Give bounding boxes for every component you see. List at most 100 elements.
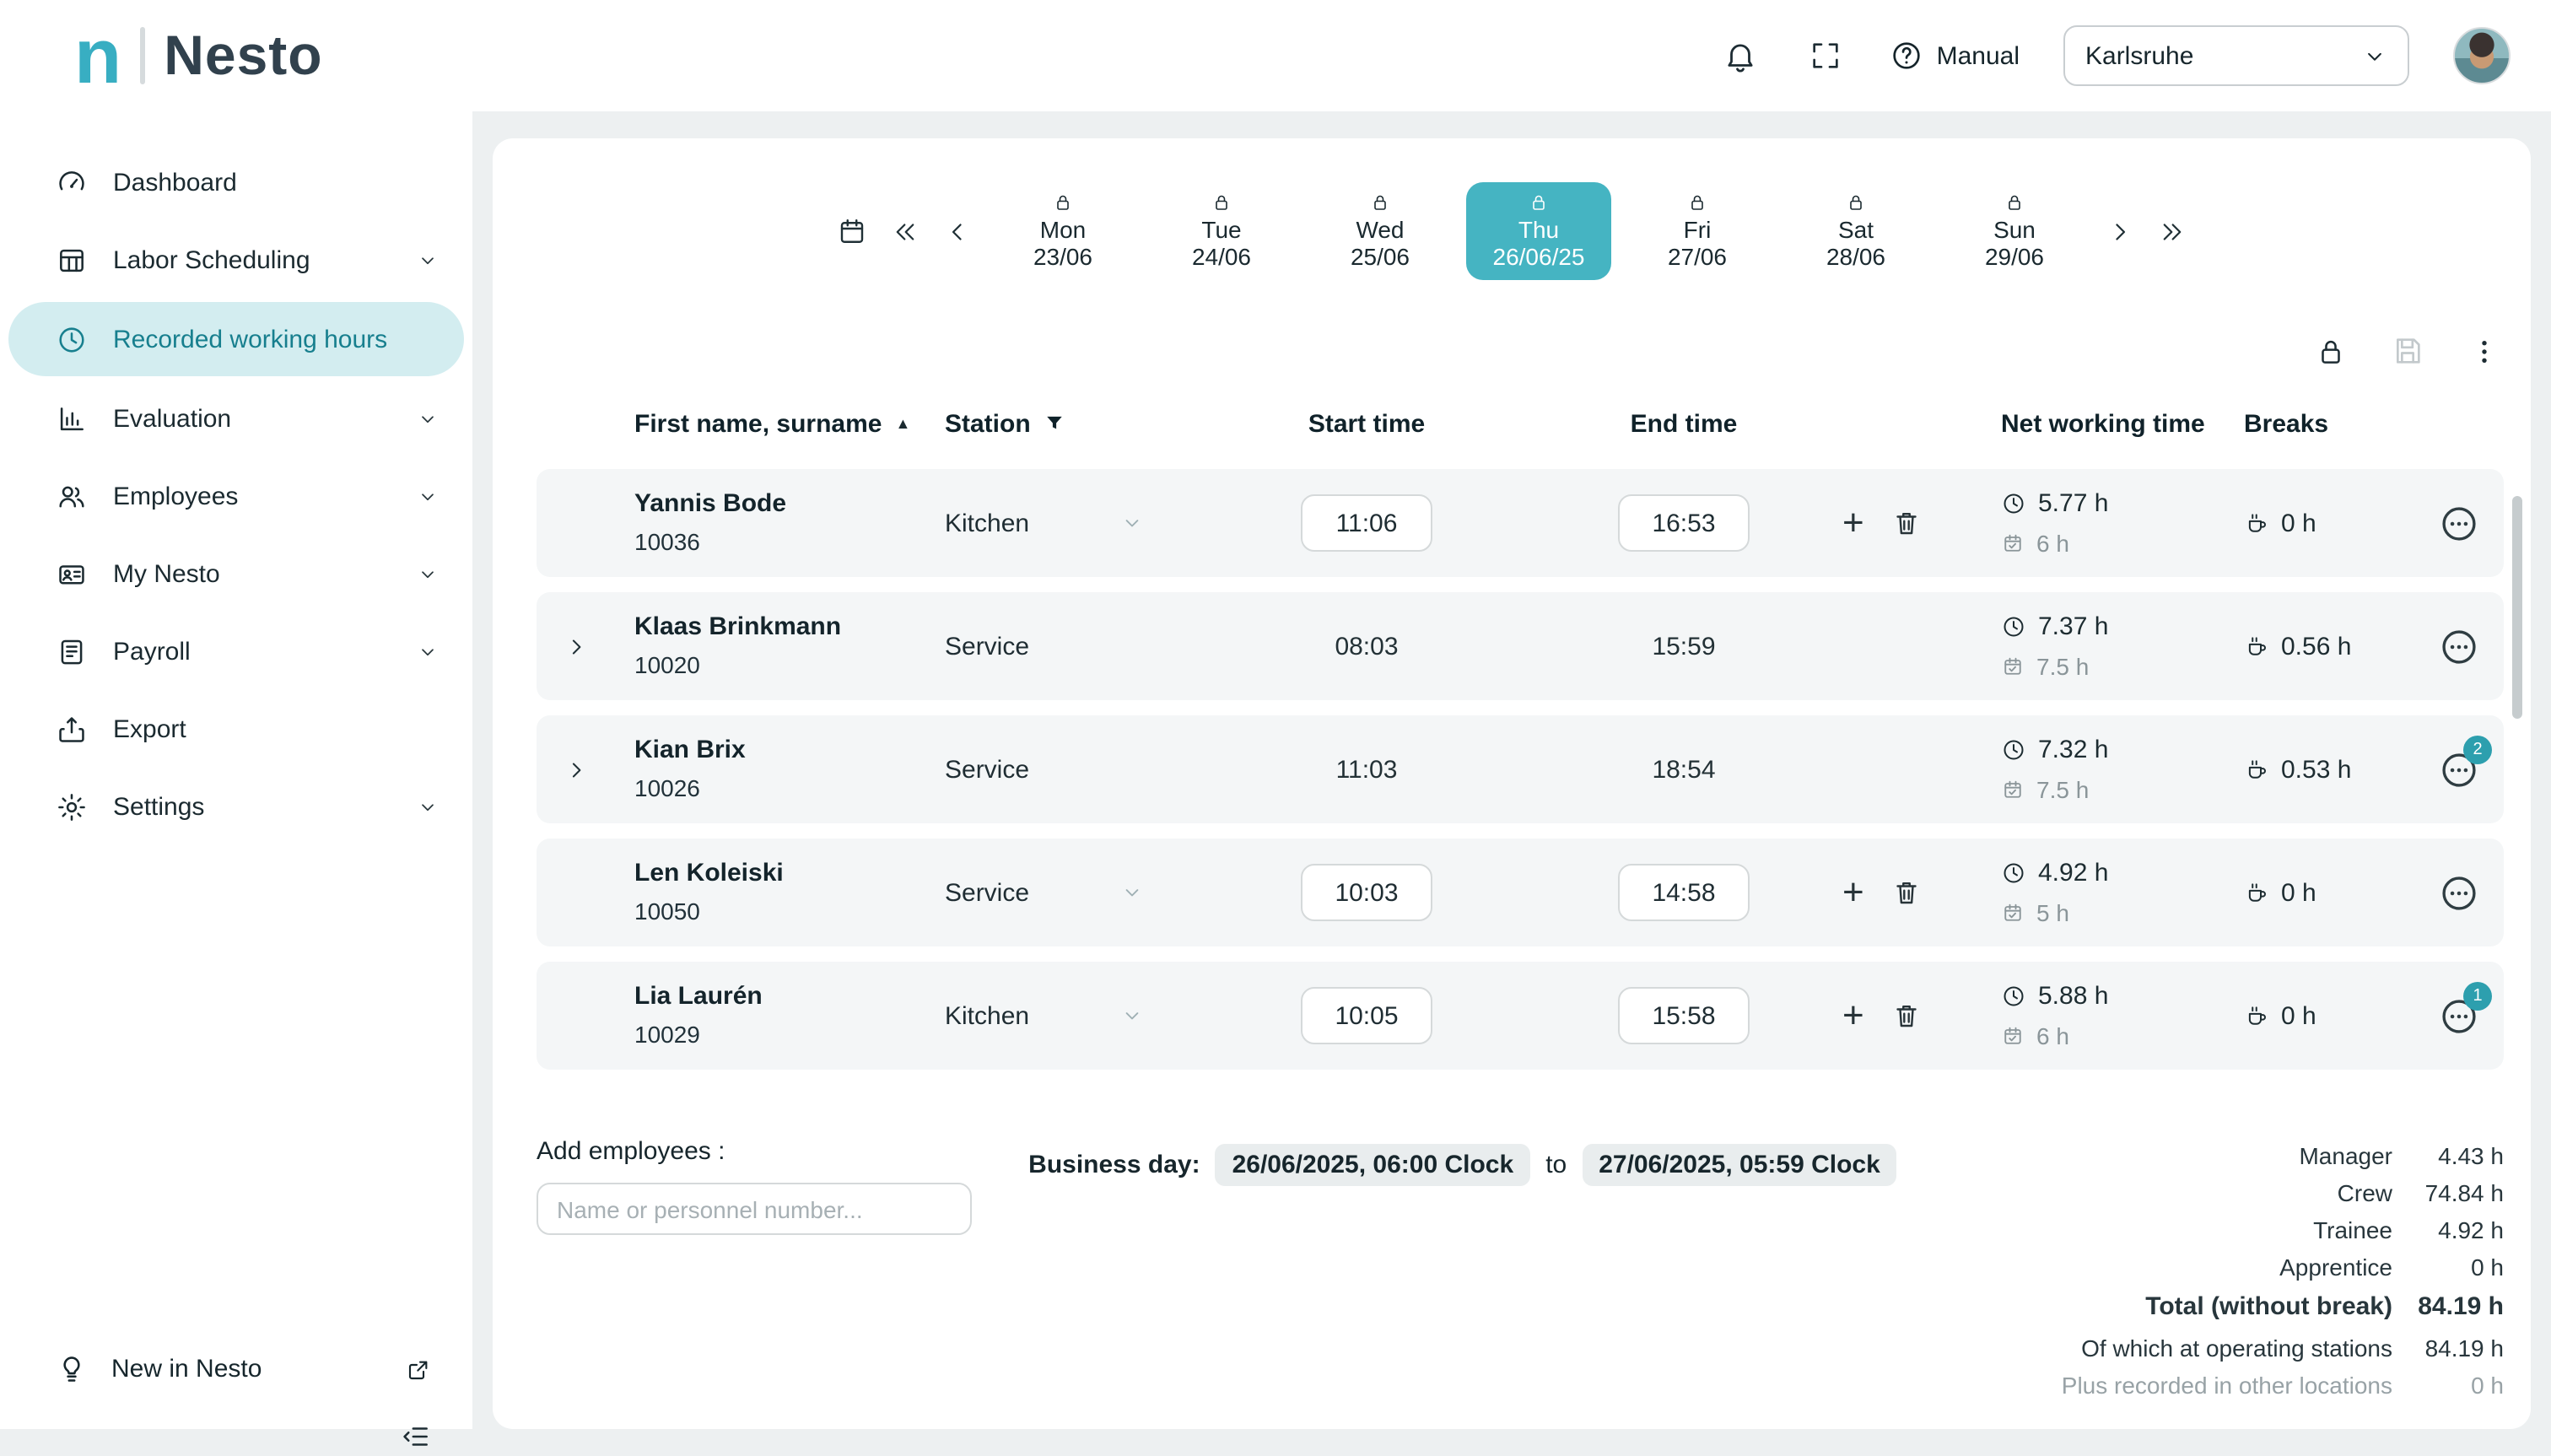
weekday-label: Mon — [1040, 218, 1086, 243]
summary-row-other-locations: Plus recorded in other locations0 h — [1947, 1367, 2504, 1404]
start-time-input[interactable] — [1301, 987, 1432, 1044]
save-button[interactable] — [2387, 331, 2428, 371]
add-employees-block: Add employees : — [537, 1137, 979, 1235]
planned-hours: 5 h — [2036, 895, 2069, 929]
start-time-input[interactable] — [1301, 494, 1432, 552]
sidebar-item-recorded-working-hours[interactable]: Recorded working hours — [8, 302, 464, 376]
date-label: 29/06 — [1985, 245, 2044, 270]
day-cell-mon[interactable]: Mon 23/06 — [990, 182, 1135, 280]
add-time-entry-button[interactable]: + — [1842, 999, 1864, 1033]
delete-time-entry-button[interactable] — [1891, 508, 1922, 538]
weekday-label: Tue — [1201, 218, 1241, 243]
vertical-scrollbar[interactable] — [2512, 496, 2522, 719]
sidebar: Dashboard Labor Scheduling Recorded work… — [0, 111, 472, 1429]
sidebar-item-my-nesto[interactable]: My Nesto — [0, 535, 472, 612]
collapse-sidebar-button[interactable] — [396, 1417, 435, 1456]
comment-icon — [2437, 871, 2479, 914]
sort-by-name-header[interactable]: First name, surname ▲ — [614, 409, 928, 438]
lock-day-button[interactable] — [2311, 332, 2350, 370]
day-cell-thu-selected[interactable]: Thu 26/06/25 — [1466, 182, 1611, 280]
kebab-menu-icon — [2468, 335, 2500, 367]
net-working-time-cell: 7.32 h 7.5 h — [1974, 733, 2244, 806]
start-time-input[interactable] — [1301, 864, 1432, 921]
employee-name: Kian Brix — [634, 732, 928, 769]
end-time-input[interactable] — [1618, 494, 1750, 552]
station-dropdown[interactable]: Kitchen — [928, 1001, 1144, 1030]
notifications-button[interactable] — [1719, 35, 1761, 77]
weekday-label: Sun — [1993, 218, 2036, 243]
filter-icon — [1043, 412, 1066, 435]
add-employee-input[interactable] — [537, 1183, 972, 1235]
table-row: Lia Laurén 10029 Kitchen + 5.88 h — [537, 962, 2504, 1070]
trash-icon — [1891, 508, 1922, 538]
fullscreen-button[interactable] — [1805, 35, 1846, 76]
add-time-entry-button[interactable]: + — [1842, 506, 1864, 540]
sidebar-item-payroll[interactable]: Payroll — [0, 612, 472, 690]
new-in-nesto-link[interactable]: New in Nesto — [0, 1353, 472, 1385]
chevron-right-icon — [2106, 217, 2134, 245]
end-time-input[interactable] — [1618, 864, 1750, 921]
delete-time-entry-button[interactable] — [1891, 1000, 1922, 1031]
manual-link[interactable]: Manual — [1890, 39, 2020, 73]
day-cell-fri[interactable]: Fri 27/06 — [1625, 182, 1770, 280]
comment-button[interactable] — [2435, 499, 2482, 547]
open-calendar-button[interactable] — [830, 209, 874, 253]
summary-row-apprentice: Apprentice0 h — [1947, 1248, 2504, 1286]
date-label: 26/06/25 — [1493, 245, 1585, 270]
add-time-entry-button[interactable]: + — [1842, 876, 1864, 909]
clock-icon — [2001, 614, 2026, 639]
lock-icon — [1211, 192, 1232, 213]
weekday-label: Sat — [1838, 218, 1874, 243]
dashboard-icon — [56, 166, 88, 198]
lightbulb-icon — [56, 1353, 88, 1385]
sidebar-item-labor-scheduling[interactable]: Labor Scheduling — [0, 221, 472, 299]
comment-button[interactable] — [2435, 869, 2482, 916]
delete-time-entry-button[interactable] — [1891, 877, 1922, 908]
comment-button[interactable]: 2 — [2435, 746, 2482, 793]
comment-button[interactable]: 1 — [2435, 992, 2482, 1039]
day-cell-wed[interactable]: Wed 25/06 — [1308, 182, 1453, 280]
avatar[interactable] — [2453, 27, 2511, 84]
main-area: Mon 23/06 Tue 24/06 Wed 25/06 Thu 26/06/… — [472, 111, 2551, 1429]
row-actions: + — [1832, 876, 1974, 909]
day-cell-sat[interactable]: Sat 28/06 — [1783, 182, 1928, 280]
chevrons-right-icon — [2158, 217, 2187, 245]
station-dropdown[interactable]: Service — [928, 878, 1144, 907]
previous-day-button[interactable] — [936, 210, 979, 252]
location-selector[interactable]: Karlsruhe — [2063, 25, 2409, 86]
sidebar-item-dashboard[interactable]: Dashboard — [0, 143, 472, 221]
sidebar-item-label: Labor Scheduling — [113, 245, 391, 274]
more-options-button[interactable] — [2465, 332, 2504, 370]
sidebar-item-export[interactable]: Export — [0, 690, 472, 768]
logo-divider — [140, 27, 145, 84]
filter-station-header[interactable]: Station — [928, 409, 1198, 438]
employee-number: 10036 — [634, 523, 928, 560]
end-time-input[interactable] — [1618, 987, 1750, 1044]
chevron-down-icon — [417, 249, 439, 271]
day-cell-sun[interactable]: Sun 29/06 — [1942, 182, 2087, 280]
net-working-time-cell: 7.37 h 7.5 h — [1974, 610, 2244, 682]
chevron-right-icon — [563, 757, 588, 782]
day-cell-tue[interactable]: Tue 24/06 — [1149, 182, 1294, 280]
table-row: Len Koleiski 10050 Service + 4.92 h — [537, 839, 2504, 946]
save-icon — [2391, 334, 2424, 368]
expand-row-button[interactable] — [537, 634, 614, 659]
next-day-button[interactable] — [2099, 210, 2141, 252]
station-dropdown[interactable]: Kitchen — [928, 509, 1144, 537]
recorded-hours-card: Mon 23/06 Tue 24/06 Wed 25/06 Thu 26/06/… — [493, 138, 2531, 1429]
sidebar-item-evaluation[interactable]: Evaluation — [0, 380, 472, 457]
next-week-button[interactable] — [2151, 210, 2193, 252]
expand-row-button[interactable] — [537, 757, 614, 782]
sidebar-item-employees[interactable]: Employees — [0, 457, 472, 535]
previous-week-button[interactable] — [884, 210, 926, 252]
sidebar-item-settings[interactable]: Settings — [0, 768, 472, 845]
comment-count-badge: 1 — [2463, 982, 2492, 1011]
people-icon — [56, 480, 88, 512]
employee-cell: Klaas Brinkmann 10020 — [614, 609, 928, 683]
collapse-sidebar-icon — [400, 1421, 432, 1453]
comment-button[interactable] — [2435, 623, 2482, 670]
employee-cell: Kian Brix 10026 — [614, 732, 928, 806]
employee-number: 10050 — [634, 892, 928, 930]
planned-hours: 6 h — [2036, 1018, 2069, 1052]
row-actions: + — [1832, 506, 1974, 540]
